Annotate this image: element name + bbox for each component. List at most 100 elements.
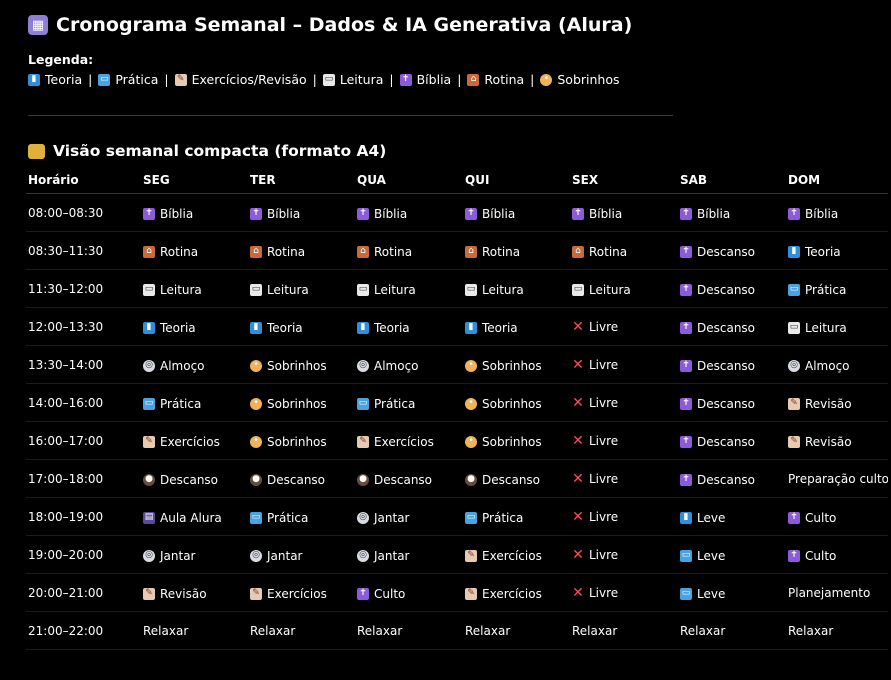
legend-item: ⌂ Rotina <box>467 72 524 87</box>
schedule-cell: • Sobrinhos <box>248 345 355 384</box>
schedule-cell: Relaxar <box>355 611 463 650</box>
cross-icon: ✝ <box>399 73 412 86</box>
schedule-cell: ✝ Descanso <box>678 269 786 308</box>
memo-icon: ✎ <box>788 435 800 448</box>
cell-content: ◎ Jantar <box>250 549 303 563</box>
house-icon: ⌂ <box>357 245 369 258</box>
schedule-cell: ✕ Livre <box>570 383 678 422</box>
activity-label: Livre <box>589 433 619 448</box>
activity-label: Rotina <box>267 244 306 259</box>
house-icon: ⌂ <box>465 245 477 258</box>
cell-content: ▭ Prática <box>250 511 308 525</box>
activity-label: Descanso <box>697 434 756 449</box>
cell-content: ▭ Prática <box>357 397 415 411</box>
activity-label: Descanso <box>697 358 756 373</box>
schedule-cell: ● Descanso <box>141 459 248 498</box>
activity-label: Preparação culto <box>788 471 888 486</box>
schedule-cell: ▭ Leitura <box>463 269 570 308</box>
schedule-cell: ✎ Revisão <box>786 383 888 422</box>
cell-content: Relaxar <box>465 624 510 638</box>
schedule-cell: • Sobrinhos <box>463 421 570 460</box>
house-icon: ⌂ <box>250 245 262 258</box>
cross-icon: ✝ <box>680 359 692 372</box>
cell-content: ✝ Descanso <box>680 283 755 297</box>
cell-content: ✎ Exercícios <box>250 587 327 601</box>
cross-icon: ✝ <box>680 245 692 258</box>
memo-icon: ✎ <box>357 435 369 448</box>
cell-content: ✝ Bíblia <box>250 207 300 221</box>
plate-icon: ◎ <box>357 511 369 524</box>
activity-label: Livre <box>589 471 619 486</box>
schedule-cell: ▮ Teoria <box>463 307 570 346</box>
cross-icon: ✝ <box>680 473 692 486</box>
blue-book-icon: ▮ <box>250 321 262 334</box>
schedule-cell: ✕ Livre <box>570 535 678 574</box>
activity-label: Relaxar <box>465 623 511 638</box>
schedule-cell: Relaxar <box>786 611 888 650</box>
column-header: SAB <box>678 166 786 194</box>
cell-content: ✝ Bíblia <box>572 207 622 221</box>
time-cell: 20:00–21:00 <box>26 573 141 612</box>
plate-icon: ◎ <box>357 359 369 372</box>
cell-content: ✝ Descanso <box>680 245 755 259</box>
cross-icon: ✝ <box>357 207 369 220</box>
activity-label: Prática <box>267 510 309 525</box>
column-header: DOM <box>786 166 888 194</box>
legend-label: Rotina <box>484 72 525 87</box>
schedule-cell: ● Descanso <box>248 459 355 498</box>
activity-label: Revisão <box>805 434 852 449</box>
cell-content: ✝ Descanso <box>680 473 755 487</box>
cross-mark-icon: ✕ <box>572 432 584 449</box>
cell-content: ✕ Livre <box>572 472 618 486</box>
cell-content: ▭ Leve <box>680 549 725 563</box>
horizontal-rule <box>28 115 673 116</box>
activity-label: Almoço <box>805 358 850 373</box>
table-row: 12:00–13:30 ▮ Teoria ▮ Teoria ▮ Teoria ▮ Teoria ✕… <box>26 307 888 346</box>
cell-content: ◎ Jantar <box>357 549 410 563</box>
open-book-icon: ▭ <box>572 283 584 296</box>
schedule-cell: ▭ Prática <box>141 383 248 422</box>
coffee-icon: ● <box>250 473 262 486</box>
schedule-cell: ✝ Culto <box>786 497 888 536</box>
table-row: 19:00–20:00 ◎ Jantar ◎ Jantar ◎ Jantar ✎ Exercíc… <box>26 535 888 574</box>
schedule-cell: ▭ Prática <box>463 497 570 536</box>
cell-content: ✎ Revisão <box>788 397 852 411</box>
schedule-cell: ✕ Livre <box>570 345 678 384</box>
coffee-icon: ● <box>465 473 477 486</box>
cell-content: Relaxar <box>680 624 725 638</box>
laptop-icon: ▭ <box>357 397 369 410</box>
time-cell: 12:00–13:30 <box>26 307 141 346</box>
schedule-cell: • Sobrinhos <box>463 383 570 422</box>
activity-label: Descanso <box>697 472 756 487</box>
activity-label: Teoria <box>374 320 410 335</box>
table-row: 14:00–16:00 ▭ Prática • Sobrinhos ▭ Prática • So… <box>26 383 888 422</box>
schedule-cell: ⌂ Rotina <box>141 231 248 270</box>
cell-content: ▮ Teoria <box>788 245 841 259</box>
legend-item: ▭ Leitura <box>322 72 383 87</box>
activity-label: Prática <box>805 282 847 297</box>
legend-label: Prática <box>115 72 159 87</box>
schedule-cell: ◎ Jantar <box>355 535 463 574</box>
cell-content: • Sobrinhos <box>250 359 327 373</box>
activity-label: Bíblia <box>589 206 623 221</box>
activity-label: Leitura <box>374 282 416 297</box>
cell-content: • Sobrinhos <box>465 435 542 449</box>
plate-icon: ◎ <box>357 549 369 562</box>
table-row: 21:00–22:00 Relaxar Relaxar Relaxar Relaxar R… <box>26 611 888 650</box>
schedule-cell: ▤ Aula Alura <box>141 497 248 536</box>
activity-label: Leitura <box>267 282 309 297</box>
activity-label: Sobrinhos <box>482 434 542 449</box>
time-cell: 21:00–22:00 <box>26 611 141 650</box>
activity-label: Descanso <box>697 244 756 259</box>
activity-label: Teoria <box>805 244 841 259</box>
schedule-cell: ✝ Descanso <box>678 345 786 384</box>
schedule-cell: ▭ Leitura <box>355 269 463 308</box>
activity-label: Teoria <box>482 320 518 335</box>
activity-label: Bíblia <box>160 206 194 221</box>
activity-label: Descanso <box>482 472 541 487</box>
cell-content: ✕ Livre <box>572 510 618 524</box>
schedule-cell: ✝ Bíblia <box>248 193 355 232</box>
table-row: 08:00–08:30 ✝ Bíblia ✝ Bíblia ✝ Bíblia ✝ Bíblia ✝… <box>26 193 888 232</box>
activity-label: Descanso <box>267 472 326 487</box>
legend-item: ▮ Teoria <box>28 72 82 87</box>
